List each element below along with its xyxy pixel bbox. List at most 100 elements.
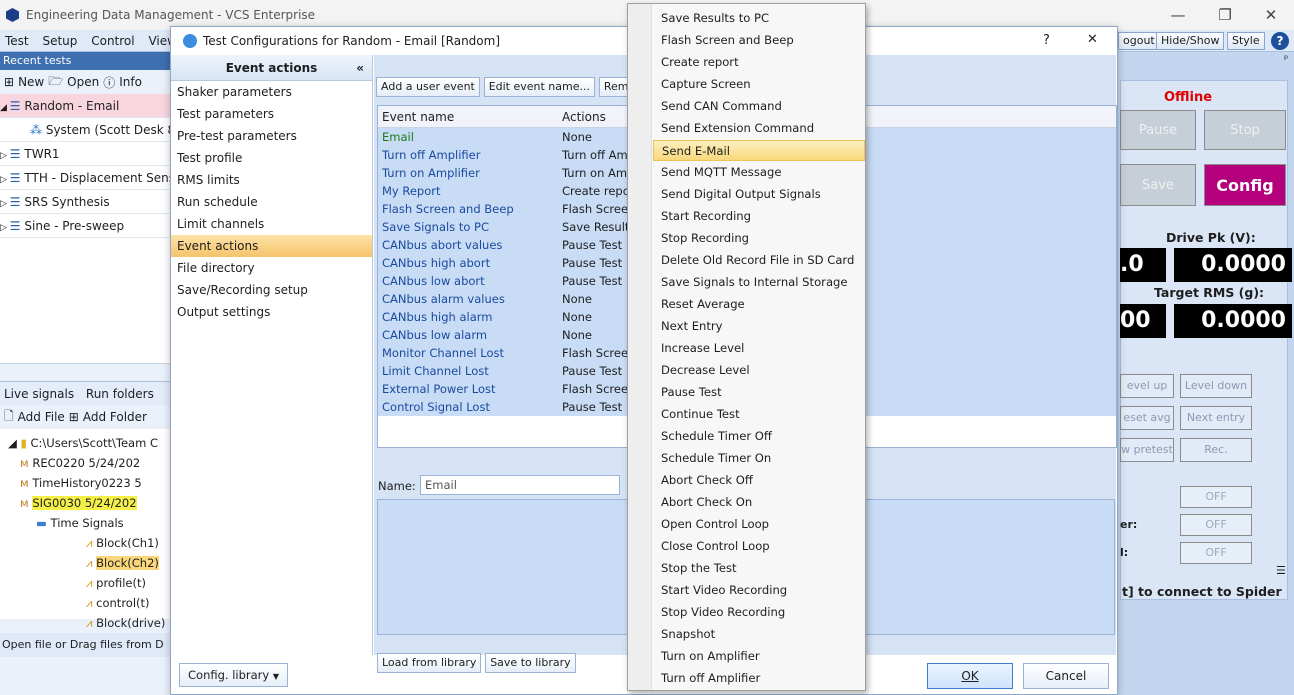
tree-item-random-email[interactable]: ◢ ☰ Random - Email [0, 94, 172, 118]
list-icon[interactable]: ☰ [1276, 564, 1286, 577]
nav-rms-limits[interactable]: RMS limits [171, 169, 372, 191]
close-icon[interactable]: ✕ [1248, 0, 1294, 30]
menu-item[interactable]: Save Results to PC [653, 8, 865, 29]
file-tree-item[interactable]: ⩘ control(t) [0, 593, 172, 613]
reset-avg-button[interactable]: eset avg [1120, 406, 1174, 430]
menu-item[interactable]: Reset Average [653, 294, 865, 315]
menu-item[interactable]: Send Extension Command [653, 118, 865, 139]
level-down-button[interactable]: Level down [1180, 374, 1252, 398]
event-name-field[interactable] [420, 475, 620, 495]
menu-control[interactable]: Control [86, 30, 139, 52]
file-tree-item[interactable]: ⩘ Block(Ch2) [0, 553, 172, 573]
menu-item[interactable]: Pause Test [653, 382, 865, 403]
file-tree-item[interactable]: ᴍ SIG0030 5/24/202 [0, 493, 172, 513]
add-user-event-button[interactable]: Add a user event [376, 77, 480, 97]
menu-item[interactable]: Flash Screen and Beep [653, 30, 865, 51]
open-button[interactable]: Open [67, 75, 99, 89]
pause-button[interactable]: Pause [1120, 110, 1196, 150]
menu-item[interactable]: Send E-Mail [653, 140, 865, 161]
horizontal-scrollbar[interactable] [0, 363, 172, 381]
rec-button[interactable]: Rec. [1180, 438, 1252, 462]
dialog-help-icon[interactable]: ? [1043, 33, 1050, 48]
menu-item[interactable]: Stop Video Recording [653, 602, 865, 623]
tree-item-sine[interactable]: ▷ ☰ Sine - Pre-sweep [0, 214, 172, 238]
tree-item-tth[interactable]: ▷ ☰ TTH - Displacement Sens [0, 166, 172, 190]
file-tree-item[interactable]: ▬ Time Signals [0, 513, 172, 533]
menu-item[interactable]: Turn off Amplifier [653, 668, 865, 689]
restore-icon[interactable]: ❐ [1202, 0, 1248, 30]
menu-item[interactable]: Delete Old Record File in SD Card [653, 250, 865, 271]
menu-item[interactable]: Send Digital Output Signals [653, 184, 865, 205]
collapse-icon[interactable]: « [356, 55, 364, 81]
menu-item[interactable]: Snapshot [653, 624, 865, 645]
toggle-off-1[interactable]: OFF [1180, 486, 1252, 508]
nav-event-actions[interactable]: Event actions [171, 235, 372, 257]
menu-item[interactable]: Next Entry [653, 316, 865, 337]
nav-save-recording-setup[interactable]: Save/Recording setup [171, 279, 372, 301]
hide-show-button[interactable]: Hide/Show [1156, 32, 1225, 50]
tree-item-system[interactable]: ⁂ System (Scott Desk 8C [0, 118, 172, 142]
menu-setup[interactable]: Setup [37, 30, 82, 52]
info-button[interactable]: Info [119, 75, 142, 89]
pin-icon[interactable]: ᵖ [1284, 54, 1288, 65]
menu-item[interactable]: Abort Check On [653, 492, 865, 513]
menu-item[interactable]: Stop Recording [653, 228, 865, 249]
menu-item[interactable]: Close Control Loop [653, 536, 865, 557]
cancel-button[interactable]: Cancel [1023, 663, 1109, 689]
menu-item[interactable]: Schedule Timer On [653, 448, 865, 469]
menu-item[interactable]: Save Signals to Internal Storage [653, 272, 865, 293]
menu-item[interactable]: Capture Screen [653, 74, 865, 95]
menu-item[interactable]: Start Video Recording [653, 580, 865, 601]
edit-event-name-button[interactable]: Edit event name... [483, 77, 595, 97]
menu-item[interactable]: Send MQTT Message [653, 162, 865, 183]
tab-run-folders[interactable]: Run folders [78, 387, 154, 401]
load-from-library-button[interactable]: Load from library [377, 653, 482, 673]
nav-test-profile[interactable]: Test profile [171, 147, 372, 169]
save-button[interactable]: Save [1120, 164, 1196, 206]
toggle-off-2[interactable]: OFF [1180, 514, 1252, 536]
file-tree-item[interactable]: ⩘ Block(Ch1) [0, 533, 172, 553]
file-tree-item[interactable]: ◢ ▮ C:\Users\Scott\Team C [0, 433, 172, 453]
nav-run-schedule[interactable]: Run schedule [171, 191, 372, 213]
style-button[interactable]: Style [1227, 32, 1265, 50]
add-folder-button[interactable]: Add Folder [83, 410, 147, 424]
file-tree-item[interactable]: ᴍ TimeHistory0223 5 [0, 473, 172, 493]
tree-item-srs[interactable]: ▷ ☰ SRS Synthesis [0, 190, 172, 214]
nav-file-directory[interactable]: File directory [171, 257, 372, 279]
menu-item[interactable]: Open Control Loop [653, 514, 865, 535]
ok-button[interactable]: OK [927, 663, 1013, 689]
menu-item[interactable]: Stop the Test [653, 558, 865, 579]
pretest-button[interactable]: w pretest [1120, 438, 1174, 462]
menu-item[interactable]: Schedule Timer Off [653, 426, 865, 447]
stop-button[interactable]: Stop [1204, 110, 1286, 150]
minimize-icon[interactable]: — [1155, 0, 1201, 30]
menu-test[interactable]: Test [0, 30, 34, 52]
new-button[interactable]: New [18, 75, 44, 89]
dialog-close-icon[interactable]: ✕ [1087, 32, 1098, 47]
help-icon[interactable]: ? [1271, 32, 1289, 50]
menu-item[interactable]: Start Recording [653, 206, 865, 227]
file-tree-item[interactable]: ᴍ REC0220 5/24/202 [0, 453, 172, 473]
file-tree-item[interactable]: ⩘ profile(t) [0, 573, 172, 593]
nav-test-parameters[interactable]: Test parameters [171, 103, 372, 125]
menu-item[interactable]: Increase Level [653, 338, 865, 359]
nav-shaker-parameters[interactable]: Shaker parameters [171, 81, 372, 103]
menu-item[interactable]: Create report [653, 52, 865, 73]
menu-item[interactable]: Decrease Level [653, 360, 865, 381]
column-actions[interactable]: Actions [558, 106, 628, 127]
tree-item-twr1[interactable]: ▷ ☰ TWR1 [0, 142, 172, 166]
logout-button[interactable]: ogout [1118, 32, 1160, 50]
next-entry-button[interactable]: Next entry [1180, 406, 1252, 430]
nav-output-settings[interactable]: Output settings [171, 301, 372, 323]
column-event-name[interactable]: Event name [378, 106, 558, 127]
menu-item[interactable]: Abort Check Off [653, 470, 865, 491]
nav-pre-test-parameters[interactable]: Pre-test parameters [171, 125, 372, 147]
add-file-button[interactable]: Add File [18, 410, 65, 424]
config-library-dropdown[interactable]: Config. library ▼ [179, 663, 289, 687]
menu-item[interactable]: Turn on Amplifier [653, 646, 865, 667]
toggle-off-3[interactable]: OFF [1180, 542, 1252, 564]
save-to-library-button[interactable]: Save to library [485, 653, 576, 673]
tab-live-signals[interactable]: Live signals [0, 387, 74, 401]
menu-item[interactable]: Send CAN Command [653, 96, 865, 117]
nav-limit-channels[interactable]: Limit channels [171, 213, 372, 235]
